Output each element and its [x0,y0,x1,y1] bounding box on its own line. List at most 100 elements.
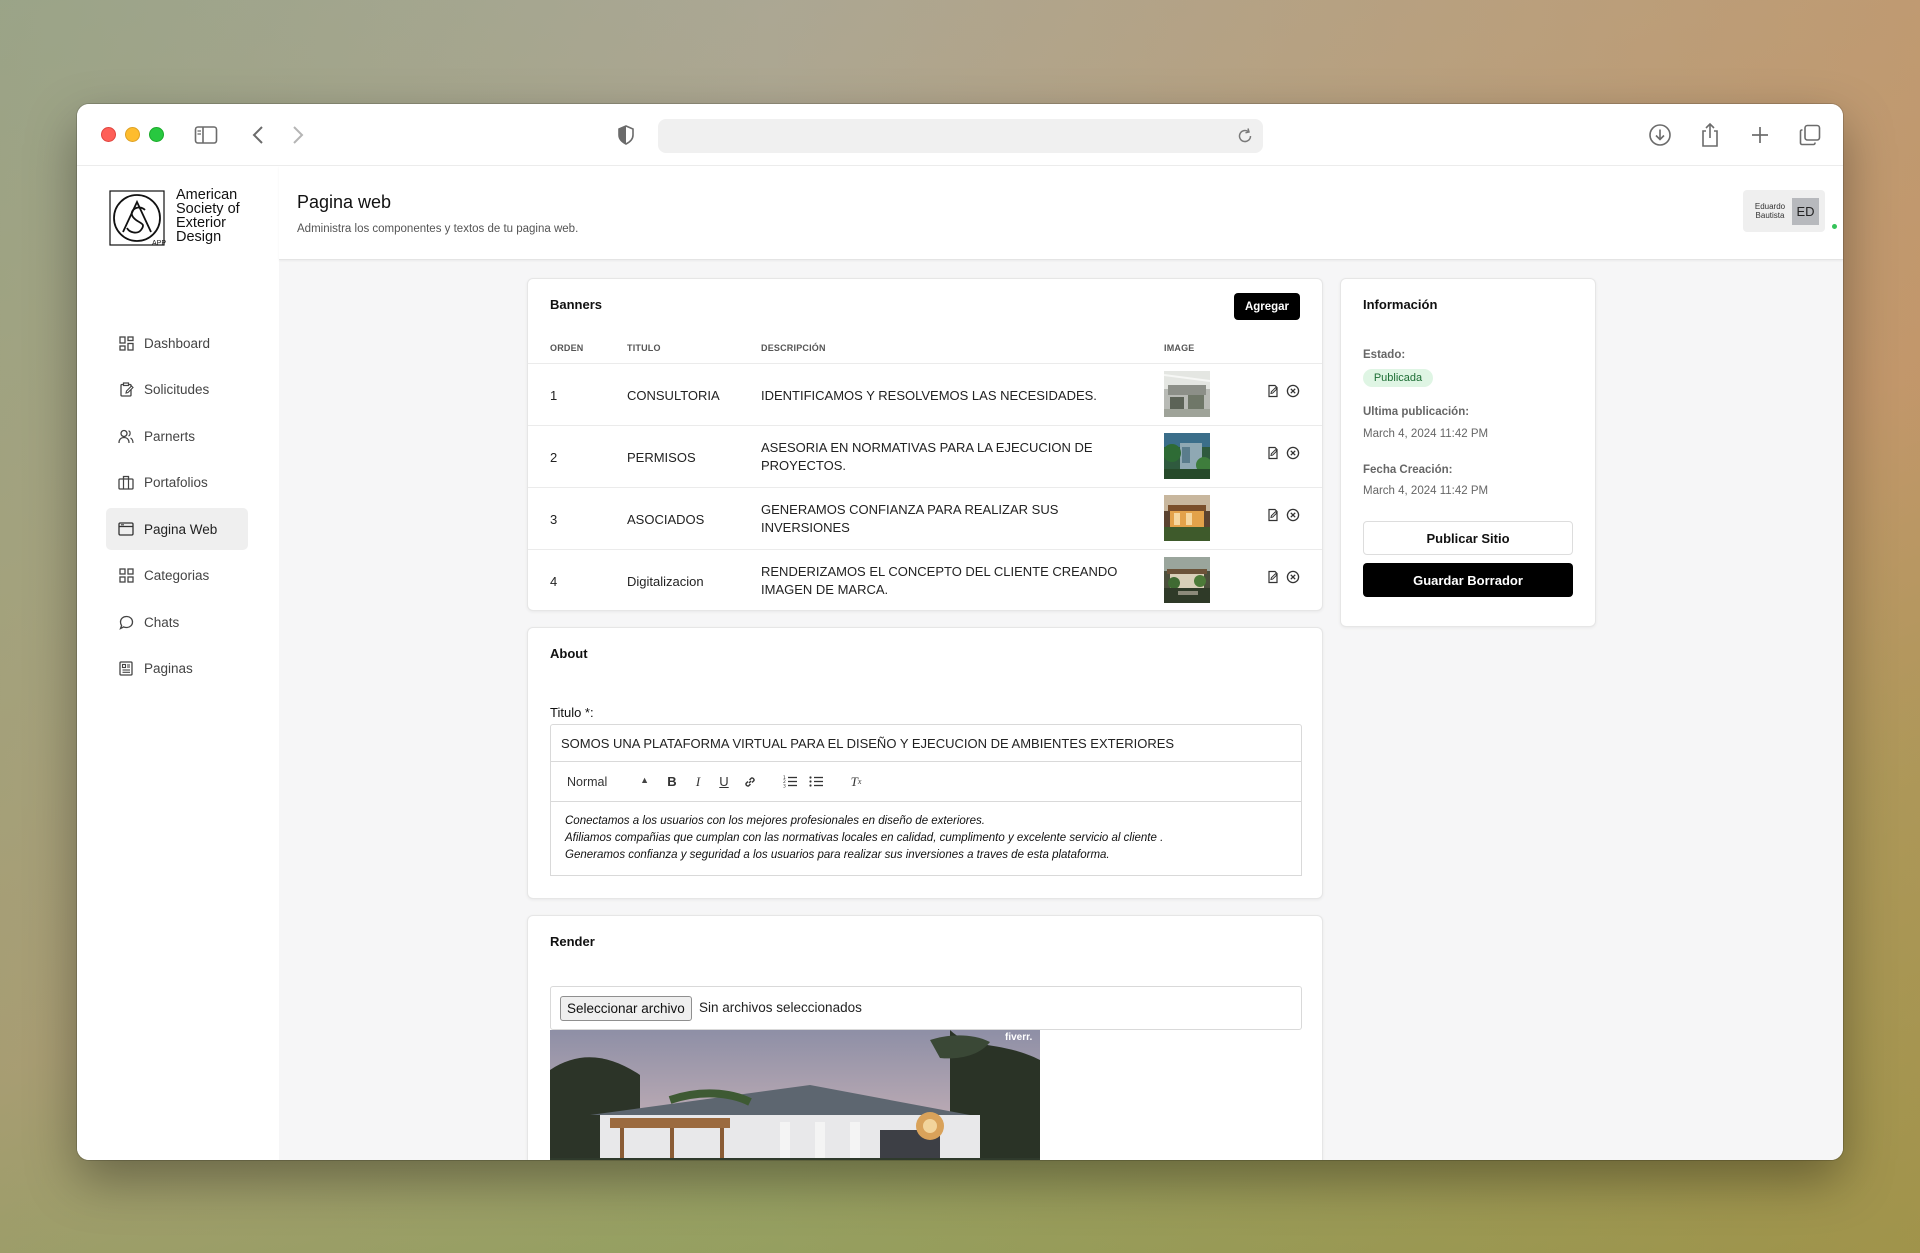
sidebar-nav: Dashboard Solicitudes Parnerts Portafoli… [106,322,248,694]
page-title: Pagina web [297,192,392,212]
share-icon[interactable] [1697,122,1723,148]
publish-site-button[interactable]: Publicar Sitio [1363,521,1573,555]
logo-line: American [176,187,238,203]
logo-line: Design [176,229,222,245]
delete-icon[interactable] [1286,446,1300,460]
editor-body[interactable]: Conectamos a los usuarios con los mejore… [550,801,1302,876]
user-menu[interactable]: Eduardo Bautista ED [1743,190,1825,232]
column-header-orden: ORDEN [550,343,584,353]
table-row: 2 PERMISOS ASESORIA EN NORMATIVAS PARA L… [528,425,1322,487]
row-titulo: Digitalizacion [627,574,704,589]
titulo-field-label: Titulo *: [550,705,594,720]
add-banner-button[interactable]: Agregar [1234,293,1300,320]
delete-icon[interactable] [1286,384,1300,398]
sidebar-item-chats[interactable]: Chats [106,601,248,643]
downloads-icon[interactable] [1647,122,1673,148]
banner-thumbnail [1164,495,1210,541]
sidebar-item-portafolios[interactable]: Portafolios [106,462,248,504]
table-row: 3 ASOCIADOS GENERAMOS CONFIANZA PARA REA… [528,487,1322,549]
sidebar-toggle-icon[interactable] [193,122,219,148]
edit-icon[interactable] [1266,446,1280,460]
format-select-value: Normal [567,774,608,789]
clear-format-icon[interactable]: Tx [843,772,869,792]
browser-toolbar [77,104,1843,166]
sidebar-item-parnerts[interactable]: Parnerts [106,415,248,457]
row-orden: 1 [550,388,558,403]
maximize-window-button[interactable] [149,127,164,142]
logo-line: Society of [176,201,240,217]
tab-overview-icon[interactable] [1797,122,1823,148]
sidebar: American Society of Exterior Design APP … [77,166,279,1160]
column-header-titulo: TITULO [627,343,661,353]
sidebar-item-label: Portafolios [144,475,208,490]
estado-label: Estado: [1363,349,1406,361]
about-card: About Titulo *: SOMOS UNA PLATAFORMA VIR… [527,627,1323,899]
sidebar-item-pagina-web[interactable]: Pagina Web [106,508,248,550]
logo-app-tag: APP [152,240,167,247]
fecha-creacion-label: Fecha Creación: [1363,464,1453,476]
status-badge: Publicada [1363,369,1433,387]
select-arrows-icon: ▲ [640,774,649,785]
page-subtitle: Administra los componentes y textos de t… [297,223,579,235]
logo-text: American Society of Exterior Design [176,187,240,245]
ultima-publicacion-value: March 4, 2024 11:42 PM [1363,428,1489,440]
render-title: Render [550,934,595,949]
grid-icon [118,335,134,351]
sidebar-item-dashboard[interactable]: Dashboard [106,322,248,364]
privacy-shield-icon[interactable] [613,122,639,148]
row-descripcion: GENERAMOS CONFIANZA PARA REALIZAR SUS IN… [761,502,1059,535]
avatar: ED [1792,198,1819,225]
editor-line: Afiliamos compañias que cumplan con las … [565,832,1164,844]
format-select[interactable]: Normal ▲ [567,775,649,789]
user-name: Eduardo Bautista [1751,202,1789,220]
edit-icon[interactable] [1266,384,1280,398]
status-dot [1832,224,1837,229]
delete-icon[interactable] [1286,508,1300,522]
clipboard-edit-icon [118,382,134,398]
reload-icon[interactable] [1235,126,1255,146]
banners-title: Banners [550,297,603,312]
link-icon[interactable] [737,772,763,792]
about-title: About [550,646,588,661]
bold-icon[interactable]: B [659,772,685,792]
sidebar-item-solicitudes[interactable]: Solicitudes [106,369,248,411]
edit-icon[interactable] [1266,508,1280,522]
table-row: 4 Digitalizacion RENDERIZAMOS EL CONCEPT… [528,549,1322,611]
back-icon[interactable] [245,122,271,148]
delete-icon[interactable] [1286,570,1300,584]
row-descripcion: ASESORIA EN NORMATIVAS PARA LA EJECUCION… [761,440,1093,473]
address-bar[interactable] [658,119,1263,153]
minimize-window-button[interactable] [125,127,140,142]
table-row: 1 CONSULTORIA IDENTIFICAMOS Y RESOLVEMOS… [528,363,1322,425]
new-tab-icon[interactable] [1747,122,1773,148]
save-draft-button[interactable]: Guardar Borrador [1363,563,1573,597]
main-content: Pagina web Administra los componentes y … [279,166,1843,1160]
grid-icon [118,568,134,584]
sidebar-item-label: Solicitudes [144,382,210,397]
logo-line: Exterior [176,215,226,231]
edit-icon[interactable] [1266,570,1280,584]
user-last-name: Bautista [1755,211,1785,220]
render-preview-picture: fiverr. [550,1030,1040,1160]
row-descripcion: RENDERIZAMOS EL CONCEPTO DEL CLIENTE CRE… [761,564,1118,597]
sidebar-item-categorias[interactable]: Categorias [106,555,248,597]
row-titulo: CONSULTORIA [627,388,720,403]
info-card: Información Estado: Publicada Ultima pub… [1340,278,1596,627]
bullet-list-icon[interactable] [803,772,829,792]
select-file-button[interactable]: Seleccionar archivo [560,996,692,1021]
column-header-image: IMAGE [1164,343,1195,353]
forward-icon[interactable] [285,122,311,148]
italic-icon[interactable]: I [685,772,711,792]
row-orden: 2 [550,450,558,465]
info-title: Información [1363,297,1438,312]
file-status: Sin archivos seleccionados [699,1000,862,1015]
close-window-button[interactable] [101,127,116,142]
ordered-list-icon[interactable]: 123 [777,772,803,792]
logo[interactable]: American Society of Exterior Design APP [109,187,269,252]
underline-icon[interactable]: U [711,772,737,792]
render-image: fiverr. [550,1030,1040,1160]
browser-window-icon [118,521,134,537]
fecha-creacion-value: March 4, 2024 11:42 PM [1363,485,1489,497]
titulo-input[interactable]: SOMOS UNA PLATAFORMA VIRTUAL PARA EL DIS… [550,724,1302,762]
sidebar-item-paginas[interactable]: Paginas [106,648,248,690]
